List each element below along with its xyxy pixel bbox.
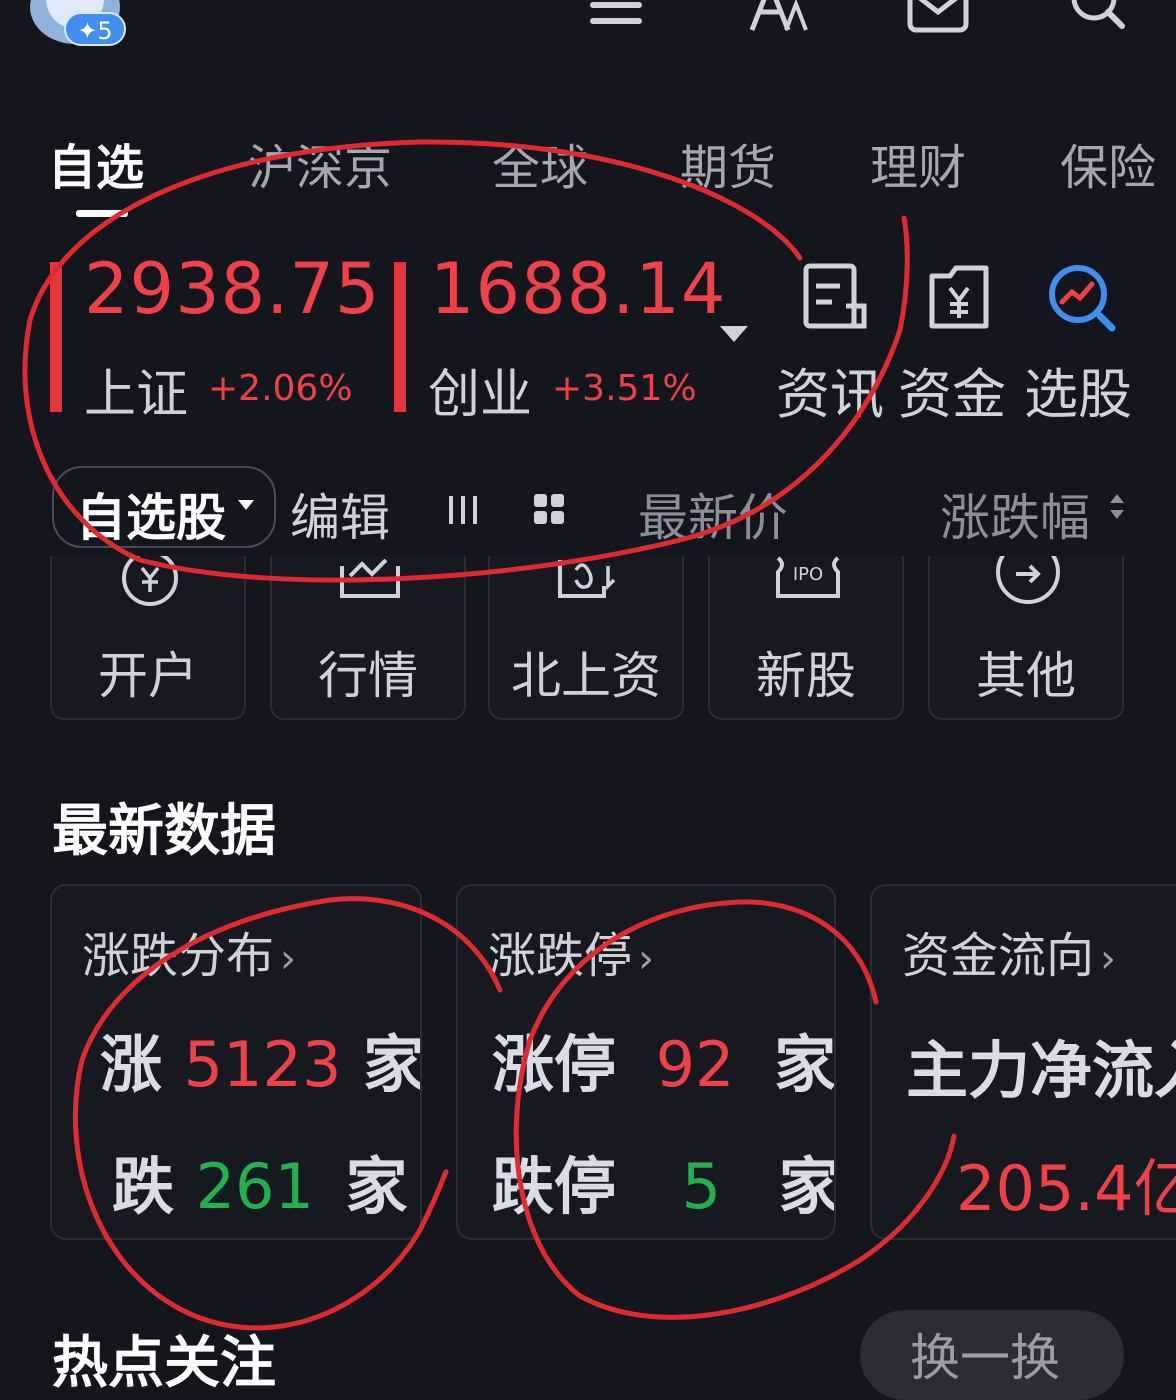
card-title: 涨跌分布 [82, 928, 275, 984]
latest-price-header[interactable]: 最新价 [638, 478, 788, 550]
watchlist-caret-icon [238, 500, 254, 510]
feature-label: 其他 [976, 647, 1076, 705]
chevron-right-icon: › [1100, 936, 1117, 982]
limit-up-count: 92 [655, 1028, 735, 1101]
unit-label: 家 [774, 1028, 836, 1101]
news-icon[interactable] [800, 262, 870, 332]
feature-other[interactable]: 其他 [928, 556, 1124, 720]
level-badge: ✦5 [64, 12, 126, 46]
arrow-circle-icon [996, 556, 1060, 604]
change-pct-header[interactable]: 涨跌幅 [940, 478, 1090, 550]
active-tab-indicator [76, 210, 128, 217]
unit-label: 家 [778, 1150, 836, 1223]
hot-topics-title: 热点关注 [52, 1331, 276, 1396]
index-value-sh[interactable]: 2938.75 [84, 248, 380, 330]
unit-label: 家 [345, 1150, 408, 1223]
font-size-icon[interactable] [748, 0, 812, 34]
tab-insurance[interactable]: 保险 [1060, 128, 1156, 198]
list-view-icon[interactable] [446, 494, 480, 526]
limit-down-label: 跌停 [492, 1150, 617, 1223]
sort-down-icon [1110, 510, 1124, 519]
northbound-flow-icon [558, 560, 616, 598]
card-title: 资金流向 [902, 928, 1095, 984]
quick-news-label[interactable]: 资讯 [776, 350, 884, 429]
refresh-button-label: 换一换 [910, 1329, 1060, 1387]
grid-view-icon[interactable] [532, 492, 566, 526]
menu-icon[interactable] [584, 0, 648, 34]
index-value-cy[interactable]: 1688.14 [430, 248, 726, 330]
index-marker-cy [394, 262, 406, 412]
feature-label: 北上资 [511, 647, 661, 705]
edit-button[interactable]: 编辑 [290, 478, 390, 550]
chevron-right-icon: › [280, 936, 297, 982]
tab-hs-bj[interactable]: 沪深京 [248, 128, 392, 198]
stock-picker-icon[interactable] [1046, 262, 1116, 332]
feature-market[interactable]: 行情 [270, 556, 466, 720]
index-name-sh: 上证 [84, 365, 189, 425]
ipo-icon: IPO [776, 556, 840, 598]
unit-label: 家 [363, 1028, 422, 1101]
tab-global[interactable]: 全球 [492, 128, 588, 198]
feature-open-account[interactable]: 开户 [50, 556, 246, 720]
card-rise-fall-distribution[interactable]: 涨跌分布 › 涨 5123 家 跌 261 家 [50, 884, 422, 1240]
tab-watchlist[interactable]: 自选 [48, 128, 144, 198]
limit-down-count: 5 [681, 1150, 722, 1223]
rise-count: 5123 [183, 1028, 342, 1101]
tab-wealth[interactable]: 理财 [870, 128, 966, 198]
card-limit-up-down[interactable]: 涨跌停 › 涨停 92 家 跌停 5 家 [456, 884, 836, 1240]
search-icon[interactable] [1066, 0, 1130, 34]
feature-label: 开户 [98, 647, 198, 705]
feature-label: 行情 [318, 647, 418, 705]
index-change-sh: +2.06% [208, 368, 353, 409]
yuan-coin-icon [122, 556, 178, 606]
fall-count: 261 [195, 1150, 314, 1223]
quick-fund-label[interactable]: 资金 [898, 350, 1006, 429]
sort-up-icon [1110, 494, 1124, 503]
svg-text:IPO: IPO [793, 564, 823, 585]
message-icon[interactable] [906, 0, 970, 34]
chevron-right-icon: › [638, 936, 655, 982]
card-fund-flow[interactable]: 资金流向› 主力净流入 205.4亿 [870, 884, 1176, 1240]
market-chart-icon [340, 558, 400, 598]
card-title: 涨跌停 [488, 928, 633, 984]
fund-flow-icon[interactable] [924, 262, 994, 332]
index-dropdown-icon[interactable] [720, 326, 748, 342]
watchlist-selector-label: 自选股 [76, 489, 226, 547]
main-net-inflow-label: 主力净流入 [906, 1034, 1176, 1107]
feature-label: 新股 [756, 647, 856, 705]
rise-label: 涨 [100, 1028, 163, 1101]
feature-ipo[interactable]: IPO 新股 [708, 556, 904, 720]
index-name-cy: 创业 [428, 365, 533, 425]
tab-futures[interactable]: 期货 [680, 128, 776, 198]
quick-picker-label[interactable]: 选股 [1024, 350, 1132, 429]
main-net-inflow-value: 205.4亿 [956, 1152, 1176, 1225]
latest-data-title: 最新数据 [52, 799, 276, 864]
index-change-cy: +3.51% [552, 368, 697, 409]
feature-northbound[interactable]: 北上资 [488, 556, 684, 720]
index-marker-sh [50, 262, 62, 412]
fall-label: 跌 [112, 1150, 175, 1223]
limit-up-label: 涨停 [492, 1028, 617, 1101]
